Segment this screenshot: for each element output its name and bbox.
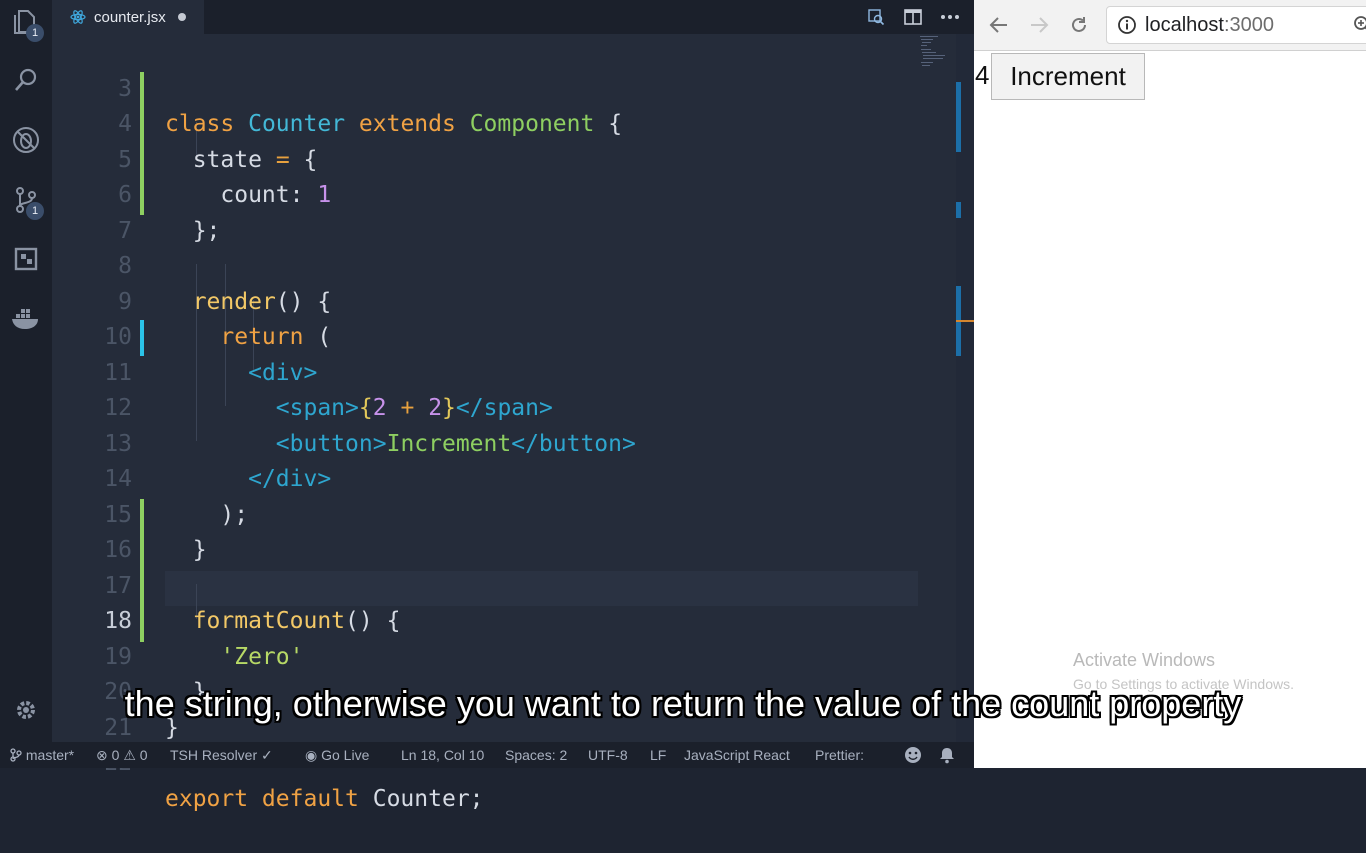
language-mode[interactable]: JavaScript React [684,742,790,768]
browser-toolbar: localhost:3000 [974,0,1366,51]
scrollbar-change-marker [956,202,961,218]
code-line: 4 state = { [52,72,918,108]
code-editor[interactable]: 3 class Counter extends Component { 4 st… [52,34,974,742]
code-line: 19 } [52,604,918,640]
activity-bar: 1 1 [0,0,52,742]
check-icon: ✓ [261,747,273,763]
debug-icon[interactable] [10,124,42,156]
code-line: 3 class Counter extends Component { [52,36,918,72]
reload-icon[interactable] [1064,10,1094,40]
identifier: Counter; [373,786,484,812]
minimap[interactable] [918,34,948,74]
feedback-smiley-icon[interactable] [904,742,922,768]
code-line: 10 <div> [52,285,918,321]
address-bar[interactable]: localhost:3000 [1106,6,1366,44]
scrollbar-change-marker [956,82,961,152]
extensions-icon[interactable] [10,243,42,275]
counter-value: 4 [975,60,989,91]
code-line-current: 18 'Zero' [52,569,918,605]
code-line: 14 ); [52,427,918,463]
branch-icon [10,748,22,762]
git-branch[interactable]: master* [10,742,74,768]
error-icon: ⊗ [96,747,108,763]
code-line: 9 return ( [52,249,918,285]
search-icon[interactable] [10,64,42,96]
video-subtitle: the string, otherwise you want to return… [0,683,1366,725]
keyword: export default [165,786,359,812]
code-line: 16 [52,498,918,534]
indentation[interactable]: Spaces: 2 [505,742,567,768]
more-actions-icon[interactable] [938,5,962,29]
code-line: 13 </div> [52,391,918,427]
back-arrow-icon[interactable] [984,10,1014,40]
warning-count: 0 [140,747,148,763]
zoom-icon[interactable] [1353,15,1366,39]
url-port: :3000 [1224,14,1274,36]
cursor-position[interactable]: Ln 18, Col 10 [401,742,484,768]
editor-tab-bar: counter.jsx [52,0,974,34]
encoding[interactable]: UTF-8 [588,742,628,768]
url-text[interactable]: localhost:3000 [1145,7,1274,43]
end-of-line[interactable]: LF [650,742,666,768]
code-line: 5 count: 1 [52,107,918,143]
broadcast-icon: ◉ [305,747,317,763]
resolver-label: TSH Resolver [170,747,257,763]
warning-icon: ⚠ [123,747,136,763]
tab-filename: counter.jsx [94,9,166,26]
vscode-window: 1 1 counter.jsx [0,0,974,768]
docker-icon[interactable] [10,303,42,335]
tsh-resolver[interactable]: TSH Resolver ✓ [170,742,273,768]
code-line: 11 <span>{2 + 2}</span> [52,320,918,356]
explorer-badge: 1 [26,24,44,42]
increment-button[interactable]: Increment [991,53,1145,100]
code-line: 8 render() { [52,214,918,250]
editor-scrollbar[interactable] [956,34,974,742]
code-line: 15 } [52,462,918,498]
prettier-status[interactable]: Prettier: [815,742,864,768]
scm-badge: 1 [26,202,44,220]
code-line: 20 } [52,640,918,676]
code-line: 6 }; [52,143,918,179]
code-line: 12 <button>Increment</button> [52,356,918,392]
error-count: 0 [112,747,120,763]
unsaved-dot-icon[interactable] [178,13,186,21]
scrollbar-cursor-marker [956,320,974,322]
branch-name: master* [26,747,74,763]
split-editor-icon[interactable] [901,5,925,29]
react-file-icon [70,9,86,25]
forward-arrow-icon[interactable] [1024,10,1054,40]
code-line: 7 [52,178,918,214]
explorer-icon[interactable]: 1 [10,6,42,38]
activation-watermark-title: Activate Windows [1073,650,1215,671]
status-bar: master* ⊗ 0 ⚠ 0 TSH Resolver ✓ ◉ Go Live… [0,742,974,768]
browser-window: localhost:3000 4 Increment Activate Wind… [974,0,1366,768]
go-live-button[interactable]: ◉ Go Live [305,742,369,768]
open-preview-icon[interactable] [864,5,888,29]
info-icon[interactable] [1117,15,1137,39]
source-control-icon[interactable]: 1 [10,184,42,216]
notifications-bell-icon[interactable] [939,742,955,768]
go-live-label: Go Live [321,747,369,763]
url-host: localhost [1145,14,1224,36]
problems-indicator[interactable]: ⊗ 0 ⚠ 0 [96,742,148,768]
code-line: 17 formatCount() { [52,533,918,569]
tab-counter-jsx[interactable]: counter.jsx [52,0,204,35]
